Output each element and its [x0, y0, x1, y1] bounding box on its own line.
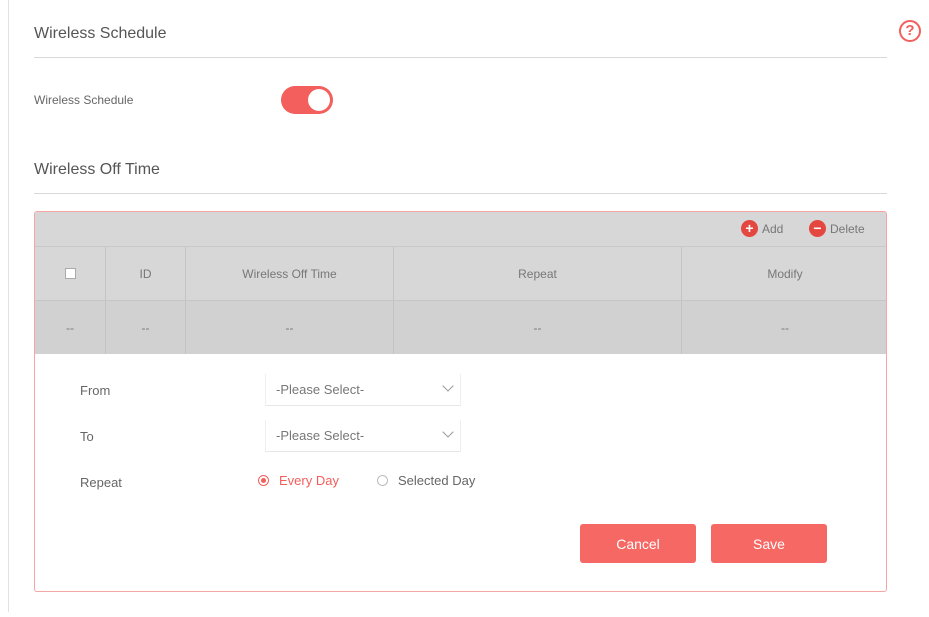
radio-every-day-indicator[interactable]	[258, 475, 269, 486]
help-icon[interactable]: ?	[899, 20, 921, 42]
radio-selected-day-indicator[interactable]	[377, 475, 388, 486]
delete-label: Delete	[830, 221, 865, 236]
row-cell-off-time: --	[185, 301, 393, 354]
delete-button[interactable]: − Delete	[809, 220, 865, 237]
toggle-knob	[308, 89, 330, 111]
radio-every-day-label: Every Day	[279, 473, 339, 488]
select-all-checkbox[interactable]	[64, 268, 76, 279]
from-select-value: -Please Select-	[276, 382, 365, 397]
header-id: ID	[105, 247, 185, 300]
chevron-down-icon	[442, 380, 454, 392]
minus-icon: −	[809, 220, 826, 237]
to-select-value: -Please Select-	[276, 428, 365, 443]
plus-icon: +	[741, 220, 758, 237]
divider	[34, 193, 887, 194]
to-label: To	[80, 429, 94, 444]
wireless-schedule-label: Wireless Schedule	[34, 93, 134, 107]
row-cell-select: --	[66, 320, 74, 335]
to-select[interactable]: -Please Select-	[265, 420, 461, 452]
wireless-off-time-title: Wireless Off Time	[34, 161, 160, 178]
wireless-schedule-title: Wireless Schedule	[34, 25, 167, 42]
table-toolbar: + Add − Delete	[35, 212, 886, 246]
from-label: From	[80, 383, 111, 398]
row-cell-repeat: --	[393, 301, 681, 354]
chevron-down-icon	[442, 426, 454, 438]
row-cell-modify: --	[681, 301, 886, 354]
add-label: Add	[762, 221, 784, 236]
add-button[interactable]: + Add	[741, 220, 783, 237]
from-select[interactable]: -Please Select-	[265, 374, 461, 406]
repeat-label: Repeat	[80, 475, 122, 490]
save-button[interactable]: Save	[711, 524, 827, 563]
row-cell-id: --	[105, 301, 185, 354]
header-select-all[interactable]	[35, 247, 105, 300]
header-modify: Modify	[681, 247, 886, 300]
radio-selected-day[interactable]: Selected Day	[377, 473, 475, 488]
radio-every-day[interactable]: Every Day	[258, 473, 339, 488]
radio-selected-day-label: Selected Day	[398, 473, 476, 488]
page-left-border	[8, 0, 9, 612]
wireless-schedule-toggle[interactable]	[281, 86, 333, 114]
header-wireless-off-time: Wireless Off Time	[185, 247, 393, 300]
header-repeat: Repeat	[393, 247, 681, 300]
table-header-row: ID Wireless Off Time Repeat Modify	[35, 246, 886, 300]
cancel-button[interactable]: Cancel	[580, 524, 696, 563]
table-row: -- -- -- -- --	[35, 300, 886, 354]
divider	[34, 57, 887, 58]
